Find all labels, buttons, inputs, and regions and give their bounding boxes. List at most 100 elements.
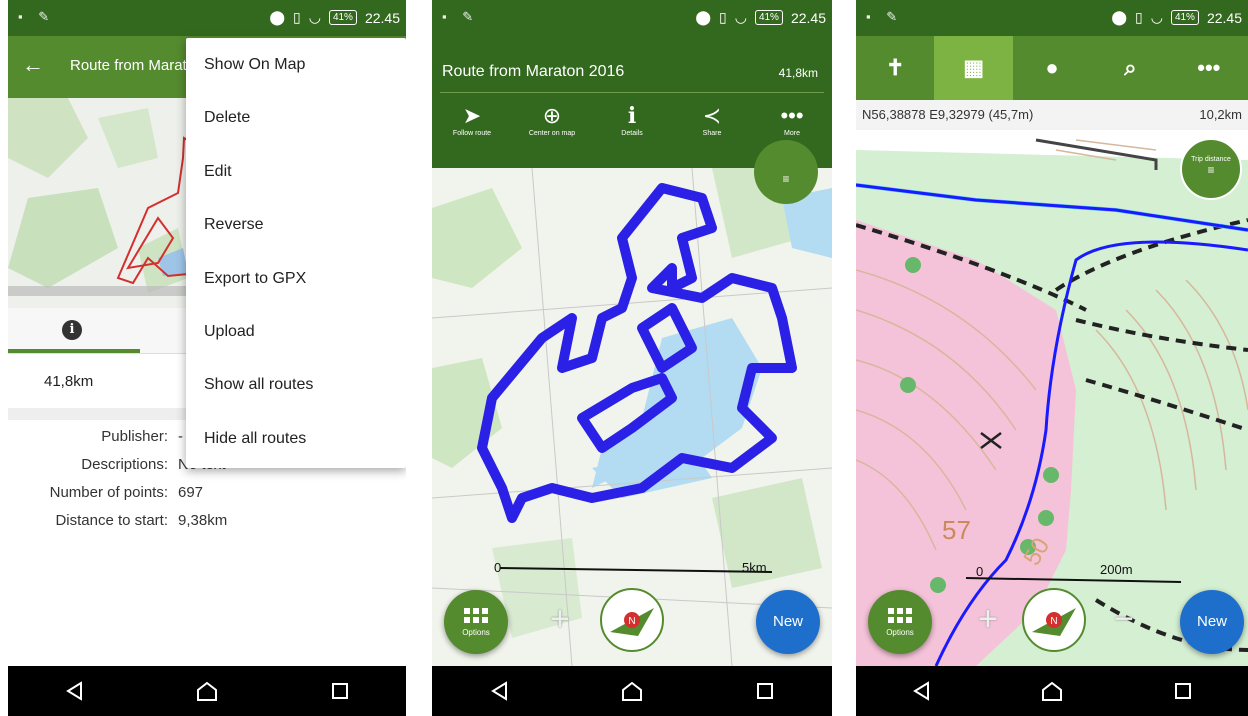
- new-button[interactable]: New: [1180, 590, 1244, 654]
- trip-distance-button[interactable]: Trip distance ≡: [1180, 138, 1242, 200]
- filter-icon: ≡: [782, 172, 790, 186]
- action-label: Center on map: [528, 130, 576, 137]
- options-button[interactable]: Options: [868, 590, 932, 654]
- detail-label: Descriptions:: [81, 456, 168, 473]
- compass-icon: N: [1032, 608, 1076, 636]
- search-icon[interactable]: ⌕: [1091, 36, 1169, 100]
- compass-button[interactable]: N: [1022, 588, 1086, 652]
- menu-item-show-on-map[interactable]: Show On Map: [186, 38, 406, 91]
- coordinates: N56,38878 E9,32979 (45,7m): [862, 107, 1034, 122]
- notification-icons: ▪ ✎: [442, 9, 480, 24]
- share-icon: ≺: [702, 103, 722, 128]
- compass-icon: N: [610, 608, 654, 636]
- grid-icon: [444, 608, 508, 623]
- clock: 22.45: [364, 9, 400, 26]
- nav-recents-icon[interactable]: [324, 675, 356, 707]
- info-icon: i: [627, 103, 637, 129]
- location-icon: ⬤: [695, 9, 711, 25]
- zoom-in-button[interactable]: +: [978, 600, 998, 639]
- notification-icons: ▪ ✎: [18, 9, 56, 24]
- action-label: Details: [621, 130, 643, 137]
- clock: 22.45: [1206, 9, 1242, 26]
- nav-home-icon[interactable]: [616, 675, 648, 707]
- zoomed-topo-map[interactable]: 0 200m 57 50: [856, 130, 1248, 666]
- status-bar: ▪ ✎ ⬤ ▯ ◡ 41% 22.45: [432, 0, 832, 36]
- map-icon[interactable]: ▦: [934, 36, 1013, 100]
- trip-label: Trip distance: [1191, 156, 1231, 163]
- system-nav-bar: [8, 666, 406, 716]
- menu-item-export-gpx[interactable]: Export to GPX: [186, 252, 406, 305]
- contour-label: 57: [942, 515, 971, 545]
- phone-route-details: ▪ ✎ ⬤ ▯ ◡ 41% 22.45 ← Route from Maraton 201…: [8, 0, 406, 716]
- active-tab-indicator: [8, 349, 140, 353]
- status-bar: ▪ ✎ ⬤ ▯ ◡ 41% 22.45: [8, 0, 406, 36]
- zoom-out-button[interactable]: −: [1114, 600, 1134, 639]
- action-label: More: [784, 130, 800, 137]
- menu-item-reverse[interactable]: Reverse: [186, 198, 406, 251]
- clock: 22.45: [790, 9, 826, 26]
- battery-indicator: 41%: [328, 10, 357, 25]
- center-on-map-button[interactable]: ⊕ Center on map: [521, 102, 583, 162]
- phone-route-map: ▪ ✎ ⬤ ▯ ◡ 41% 22.45 Route from Maraton 2016 …: [432, 0, 832, 716]
- crosshair-icon: ⊕: [542, 103, 562, 128]
- detail-value: 697: [178, 484, 204, 501]
- location-icon: ⬤: [269, 9, 285, 25]
- menu-item-edit[interactable]: Edit: [186, 145, 406, 198]
- svg-text:N: N: [628, 616, 635, 627]
- menu-item-upload[interactable]: Upload: [186, 305, 406, 358]
- action-label: Follow route: [452, 130, 492, 137]
- nav-home-icon[interactable]: [1036, 675, 1068, 707]
- vibrate-icon: ▯: [1135, 9, 1143, 25]
- battery-indicator: 41%: [754, 10, 783, 25]
- main-tab-bar: ✝ ▦ ● ⌕ •••: [856, 36, 1248, 100]
- wifi-icon: ◡: [308, 9, 321, 25]
- signpost-icon[interactable]: ✝: [856, 36, 934, 100]
- options-button[interactable]: Options: [444, 590, 508, 654]
- nav-recents-icon[interactable]: [1167, 675, 1199, 707]
- more-dots-icon[interactable]: •••: [1170, 36, 1248, 100]
- nav-back-icon[interactable]: [58, 675, 90, 707]
- nav-back-icon[interactable]: [905, 675, 937, 707]
- follow-route-button[interactable]: ➤ Follow route: [441, 102, 503, 162]
- scale-end: 5km: [742, 560, 767, 575]
- detail-label: Number of points:: [49, 484, 168, 501]
- vibrate-icon: ▯: [719, 9, 727, 25]
- share-button[interactable]: ≺ Share: [681, 102, 743, 162]
- notification-icons: ▪ ✎: [866, 9, 904, 24]
- route-title: Route from Maraton 2016: [442, 63, 625, 80]
- nav-recents-icon[interactable]: [749, 675, 781, 707]
- detail-label: Distance to start:: [55, 512, 168, 529]
- nav-back-icon[interactable]: [483, 675, 515, 707]
- detail-label: Publisher:: [101, 428, 168, 445]
- detail-value: -: [178, 428, 183, 445]
- zoomed-map-graphic: [856, 130, 1248, 666]
- details-button[interactable]: i Details: [601, 102, 663, 162]
- svg-text:N: N: [1050, 616, 1057, 627]
- battery-indicator: 41%: [1170, 10, 1199, 25]
- back-arrow-icon[interactable]: ←: [22, 52, 44, 78]
- menu-item-hide-all-routes[interactable]: Hide all routes: [186, 412, 406, 465]
- nav-home-icon[interactable]: [191, 675, 223, 707]
- route-distance: 41,8km: [44, 373, 94, 390]
- info-tab-icon[interactable]: i: [62, 320, 82, 340]
- scale-end: 200m: [1100, 562, 1133, 577]
- trip-distance-button[interactable]: ≡: [754, 140, 818, 204]
- system-nav-bar: [432, 666, 832, 716]
- action-label: Share: [702, 130, 722, 137]
- menu-item-delete[interactable]: Delete: [186, 91, 406, 144]
- new-button[interactable]: New: [756, 590, 820, 654]
- grid-icon: [868, 608, 932, 623]
- route-length: 41,8km: [778, 66, 818, 80]
- more-dots-icon: •••: [780, 103, 804, 128]
- toolbar-divider: [440, 92, 824, 93]
- phone-zoomed-map: ▪ ✎ ⬤ ▯ ◡ 41% 22.45 ✝ ▦ ● ⌕ ••• N56,38878 E9…: [856, 0, 1248, 716]
- vibrate-icon: ▯: [293, 9, 301, 25]
- overflow-menu: Show On Map Delete Edit Reverse Export t…: [186, 38, 406, 468]
- compass-button[interactable]: N: [600, 588, 664, 652]
- distance-readout: 10,2km: [1199, 107, 1242, 122]
- status-bar: ▪ ✎ ⬤ ▯ ◡ 41% 22.45: [856, 0, 1248, 36]
- navigation-arrow-icon: ➤: [462, 103, 482, 128]
- person-icon[interactable]: ●: [1013, 36, 1091, 100]
- zoom-in-button[interactable]: +: [550, 600, 570, 639]
- menu-item-show-all-routes[interactable]: Show all routes: [186, 358, 406, 411]
